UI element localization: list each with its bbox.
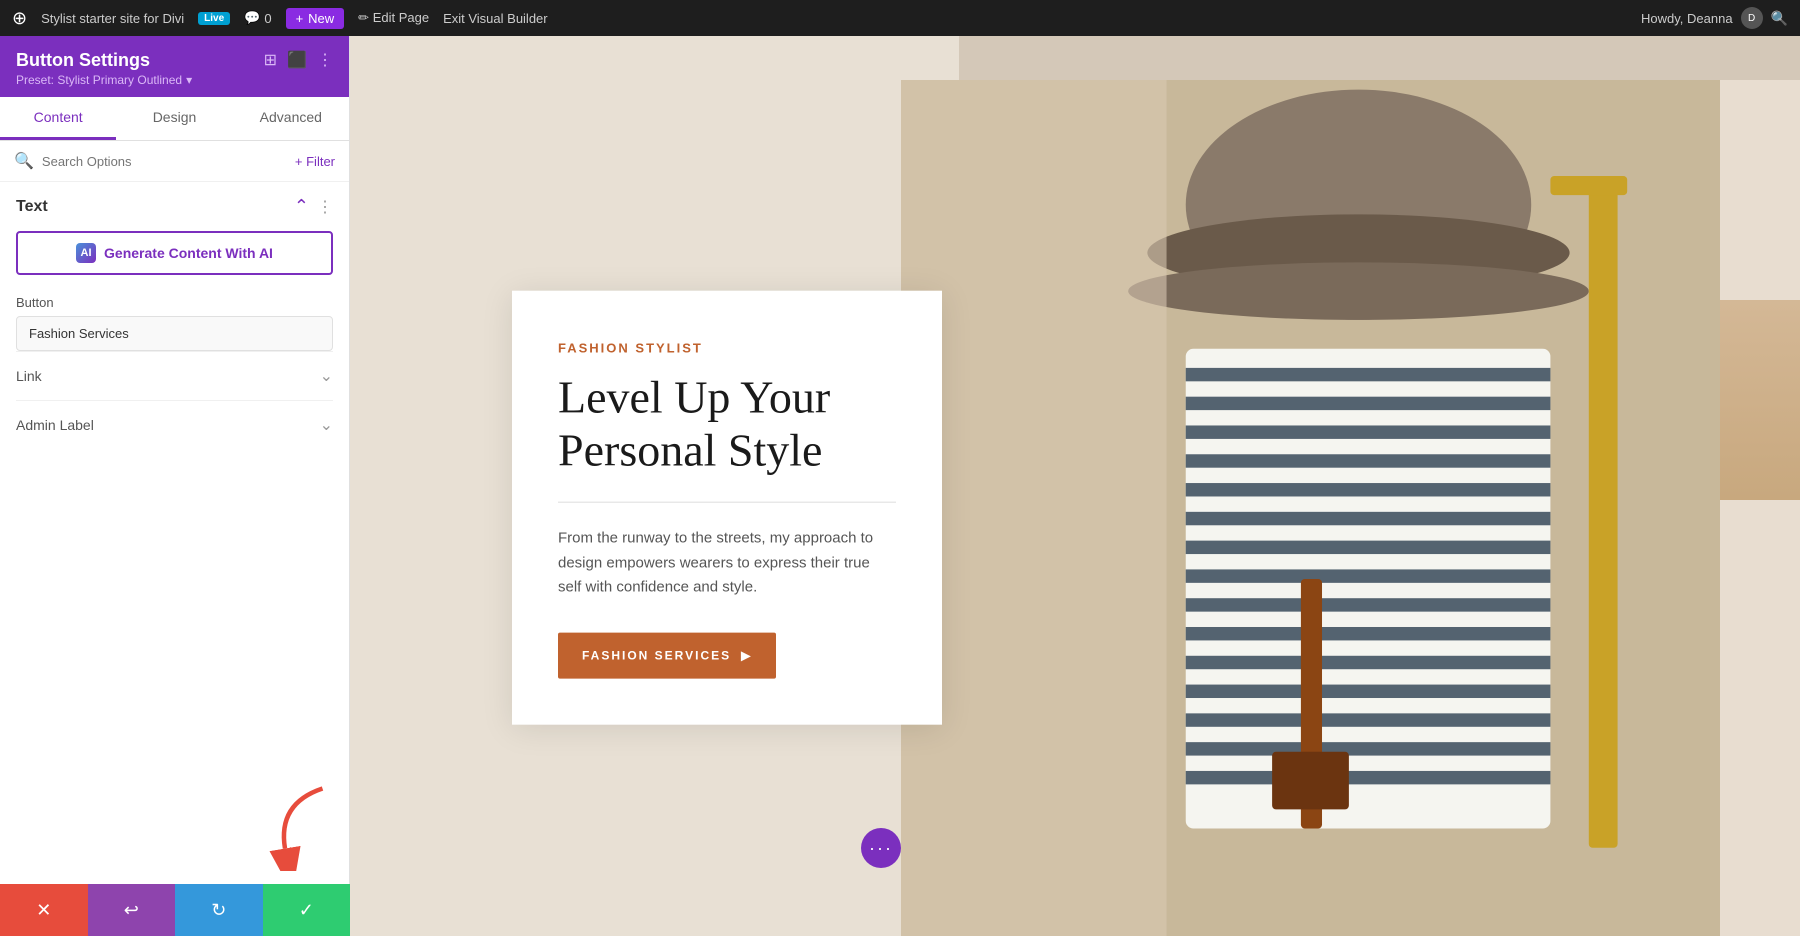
ai-icon: AI	[76, 243, 96, 263]
search-input[interactable]	[42, 154, 287, 169]
three-dots-menu[interactable]: ···	[861, 828, 901, 868]
cancel-button[interactable]: ✕	[0, 884, 88, 936]
search-icon[interactable]: 🔍	[1771, 10, 1788, 27]
card-body-text: From the runway to the streets, my appro…	[558, 526, 896, 600]
cancel-icon: ✕	[36, 900, 51, 921]
filter-button[interactable]: + Filter	[295, 154, 335, 169]
wordpress-icon[interactable]: ⊕	[12, 8, 27, 29]
search-icon: 🔍	[14, 151, 34, 171]
sidebar-preset: Preset: Stylist Primary Outlined ▾	[16, 73, 192, 87]
comment-count: 0	[264, 11, 271, 26]
sidebar-title: Button Settings	[16, 50, 192, 71]
ai-generate-button[interactable]: AI Generate Content With AI	[16, 231, 333, 275]
top-bar: ⊕ Stylist starter site for Divi Live 💬 0…	[0, 0, 1800, 36]
admin-label-header[interactable]: Admin Label ⌄	[16, 415, 333, 435]
admin-label-section: Admin Label ⌄	[16, 400, 333, 449]
pencil-icon: ✏	[358, 10, 369, 25]
cta-button[interactable]: FASHION SERVICES ▶	[558, 633, 776, 679]
undo-icon: ↩	[124, 900, 139, 921]
admin-label-title: Admin Label	[16, 417, 94, 433]
edit-page-button[interactable]: ✏ Edit Page	[358, 10, 429, 26]
columns-icon[interactable]: ⬛	[287, 50, 307, 70]
redo-button[interactable]: ↻	[175, 884, 263, 936]
link-section-title: Link	[16, 368, 42, 384]
link-section: Link ⌄	[16, 351, 333, 400]
save-icon: ✓	[299, 900, 314, 921]
comment-icon: 💬	[244, 10, 260, 26]
link-section-header[interactable]: Link ⌄	[16, 366, 333, 386]
more-options-icon[interactable]: ⋮	[317, 50, 333, 70]
site-name: Stylist starter site for Divi	[41, 11, 184, 26]
viewport-icon[interactable]: ⊞	[264, 50, 277, 70]
text-section-header: Text ⌃ ⋮	[16, 196, 333, 217]
chevron-down-icon: ▾	[186, 73, 192, 87]
admin-chevron-icon: ⌄	[320, 415, 333, 435]
content-card: FASHION STYLIST Level Up Your Personal S…	[512, 291, 942, 725]
section-controls: ⌃ ⋮	[294, 196, 333, 217]
new-label: New	[308, 11, 334, 26]
sidebar-header: Button Settings Preset: Stylist Primary …	[0, 36, 349, 97]
main-content: FASHION STYLIST Level Up Your Personal S…	[350, 36, 1800, 936]
tab-advanced[interactable]: Advanced	[233, 97, 349, 140]
section-more-icon[interactable]: ⋮	[317, 197, 333, 217]
redo-icon: ↻	[211, 900, 226, 921]
card-title: Level Up Your Personal Style	[558, 372, 896, 478]
howdy-label: Howdy, Deanna	[1641, 11, 1733, 26]
button-text-input[interactable]	[16, 316, 333, 351]
cta-arrow-icon: ▶	[741, 649, 752, 663]
sidebar-header-info: Button Settings Preset: Stylist Primary …	[16, 50, 192, 87]
top-bar-left: ⊕ Stylist starter site for Divi Live 💬 0…	[12, 8, 548, 29]
text-section-title: Text	[16, 198, 48, 216]
exit-builder-button[interactable]: Exit Visual Builder	[443, 11, 548, 26]
layout: Button Settings Preset: Stylist Primary …	[0, 0, 1800, 936]
sidebar-search-bar: 🔍 + Filter	[0, 141, 349, 182]
sidebar-tabs: Content Design Advanced	[0, 97, 349, 141]
fashion-photo-area	[901, 80, 1720, 936]
avatar: D	[1741, 7, 1763, 29]
tab-design[interactable]: Design	[116, 97, 232, 140]
top-bar-right: Howdy, Deanna D 🔍	[1641, 7, 1788, 29]
link-chevron-icon: ⌄	[320, 366, 333, 386]
card-divider	[558, 501, 896, 502]
plus-icon: +	[296, 11, 304, 26]
button-field-label: Button	[16, 295, 333, 310]
tab-content[interactable]: Content	[0, 97, 116, 140]
ai-button-label: Generate Content With AI	[104, 245, 273, 261]
undo-button[interactable]: ↩	[88, 884, 176, 936]
sidebar-content: Text ⌃ ⋮ AI Generate Content With AI But…	[0, 182, 349, 884]
new-button[interactable]: + New	[286, 8, 345, 29]
right-sliver	[1720, 80, 1800, 936]
arm-detail	[1720, 300, 1800, 500]
live-badge: Live	[198, 12, 230, 25]
chevron-up-icon[interactable]: ⌃	[294, 196, 309, 217]
sidebar-header-icons: ⊞ ⬛ ⋮	[264, 50, 333, 70]
comment-button[interactable]: 💬 0	[244, 10, 271, 26]
bottom-bar: ✕ ↩ ↻ ✓	[0, 884, 350, 936]
card-subtitle: FASHION STYLIST	[558, 341, 896, 356]
cta-label: FASHION SERVICES	[582, 649, 731, 663]
sidebar: Button Settings Preset: Stylist Primary …	[0, 36, 350, 936]
save-button[interactable]: ✓	[263, 884, 351, 936]
